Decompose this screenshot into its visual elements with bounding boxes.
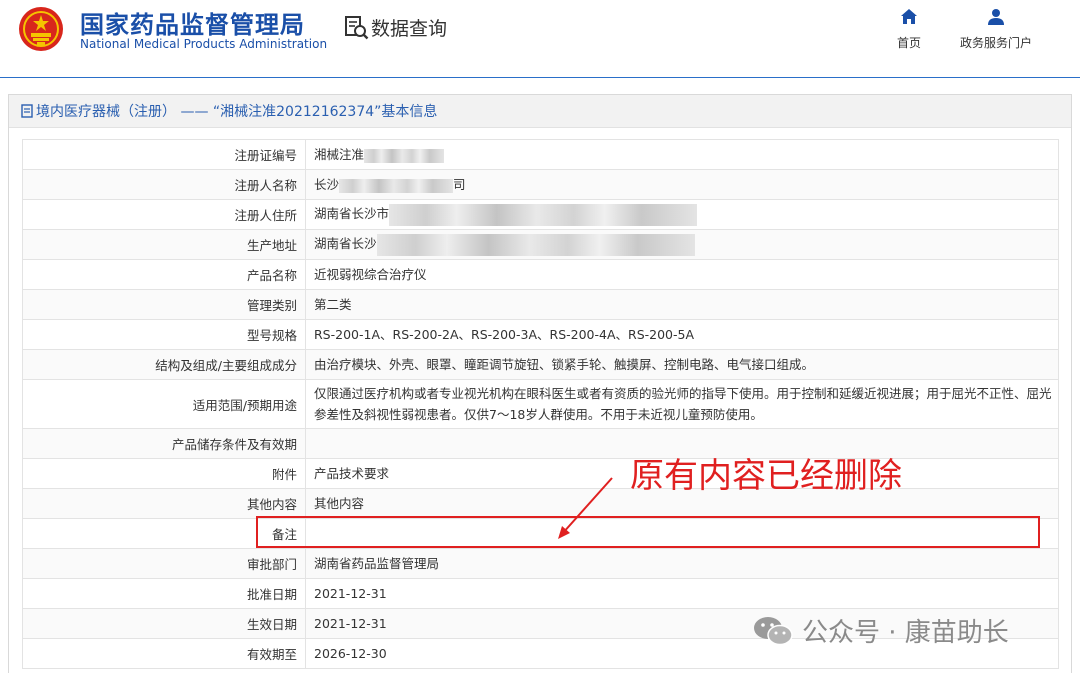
home-icon — [901, 9, 917, 24]
basic-info-table: 注册证编号 湘械注准 注册人名称 长沙 司 注册人住所 湖南省长沙市 生产地址 湖… — [22, 139, 1059, 669]
field-label: 其他内容 — [22, 488, 306, 519]
registration-number-value: 湘械注准 — [314, 147, 365, 162]
field-value: 湖南省长沙 — [305, 229, 1059, 260]
field-label: 附件 — [22, 458, 306, 489]
product-name-value: 近视弱视综合治疗仪 — [305, 259, 1059, 290]
redacted-blur — [364, 148, 445, 163]
site-title-cn: 国家药品监督管理局 — [80, 11, 305, 39]
model-spec-value: RS-200-1A、RS-200-2A、RS-200-3A、RS-200-4A、… — [305, 319, 1059, 350]
field-label: 有效期至 — [22, 638, 306, 669]
nav-home-label: 首页 — [897, 36, 922, 50]
table-row: 管理类别 第二类 — [22, 289, 1059, 320]
table-row: 产品储存条件及有效期 — [22, 428, 1059, 459]
table-row: 适用范围/预期用途 仅限通过医疗机构或者专业视光机构在眼科医生或者有资质的验光师… — [22, 379, 1059, 429]
table-row: 批准日期 2021-12-31 — [22, 578, 1059, 609]
table-row: 注册人名称 长沙 司 — [22, 169, 1059, 200]
table-row: 结构及组成/主要组成成分 由治疗模块、外壳、眼罩、瞳距调节旋钮、锁紧手轮、触摸屏… — [22, 349, 1059, 380]
document-search-icon — [345, 16, 369, 40]
panel-header: 境内医疗器械（注册） —— “湘械注准20212162374”基本信息 — [9, 95, 1071, 128]
field-value: 长沙 司 — [305, 169, 1059, 200]
user-icon — [988, 9, 1004, 25]
table-row: 审批部门 湖南省药品监督管理局 — [22, 548, 1059, 579]
structure-composition-value: 由治疗模块、外壳、眼罩、瞳距调节旋钮、锁紧手轮、触摸屏、控制电路、电气接口组成。 — [305, 349, 1059, 380]
nav-service-portal-label: 政务服务门户 — [960, 36, 1033, 50]
field-value: 湖南省长沙市 — [305, 199, 1059, 230]
annotation-arrow-icon — [558, 477, 613, 539]
detail-panel: 境内医疗器械（注册） —— “湘械注准20212162374”基本信息 注册证编… — [8, 94, 1072, 673]
deleted-content-annotation: 原有内容已经删除 — [630, 456, 902, 496]
field-label: 注册人住所 — [22, 199, 306, 230]
watermark: 公众号 · 康苗助长 — [752, 612, 1009, 649]
field-label: 型号规格 — [22, 319, 306, 350]
nav-home[interactable]: 首页 — [897, 8, 921, 51]
table-row: 产品名称 近视弱视综合治疗仪 — [22, 259, 1059, 290]
panel-title: 境内医疗器械（注册） —— “湘械注准20212162374”基本信息 — [36, 104, 438, 120]
watermark-text: 公众号 · 康苗助长 — [802, 618, 1009, 648]
field-label: 审批部门 — [22, 548, 306, 579]
table-row: 注册证编号 湘械注准 — [22, 139, 1059, 170]
nav-service-portal[interactable]: 政务服务门户 — [960, 8, 1032, 51]
wechat-icon — [754, 616, 793, 645]
table-row: 其他内容 其他内容 — [22, 488, 1059, 519]
table-row: 生产地址 湖南省长沙 — [22, 229, 1059, 260]
remarks-highlight-box — [256, 516, 1040, 548]
registrant-name-value: 长沙 — [314, 177, 340, 192]
redacted-blur — [376, 233, 695, 256]
data-query-label: 数据查询 — [371, 17, 448, 40]
redacted-blur — [339, 178, 454, 193]
field-label: 产品储存条件及有效期 — [22, 428, 306, 459]
table-row: 注册人住所 湖南省长沙市 — [22, 199, 1059, 230]
approval-department-value: 湖南省药品监督管理局 — [305, 548, 1059, 579]
intended-use-value: 仅限通过医疗机构或者专业视光机构在眼科医生或者有资质的验光师的指导下使用。用于控… — [305, 379, 1059, 429]
field-label: 注册证编号 — [22, 139, 306, 170]
data-query-link[interactable]: 数据查询 — [343, 13, 447, 41]
field-label: 结构及组成/主要组成成分 — [22, 349, 306, 380]
field-label: 批准日期 — [22, 578, 306, 609]
table-row: 型号规格 RS-200-1A、RS-200-2A、RS-200-3A、RS-20… — [22, 319, 1059, 350]
site-header: 国家药品监督管理局 National Medical Products Admi… — [0, 0, 1080, 78]
approval-date-value: 2021-12-31 — [305, 578, 1059, 609]
national-emblem-icon — [19, 7, 63, 51]
field-label: 生产地址 — [22, 229, 306, 260]
field-label: 适用范围/预期用途 — [22, 379, 306, 429]
table-row: 附件 产品技术要求 — [22, 458, 1059, 489]
registrant-address-value: 湖南省长沙市 — [314, 206, 390, 222]
registrant-name-suffix: 司 — [453, 177, 466, 192]
redacted-blur — [389, 203, 698, 226]
field-label: 注册人名称 — [22, 169, 306, 200]
field-value: 湘械注准 — [305, 139, 1059, 170]
site-title-en: National Medical Products Administration — [80, 37, 328, 51]
field-label: 产品名称 — [22, 259, 306, 290]
document-icon — [21, 104, 33, 118]
field-label: 管理类别 — [22, 289, 306, 320]
production-address-value: 湖南省长沙 — [314, 236, 377, 252]
field-label: 生效日期 — [22, 608, 306, 639]
management-category-value: 第二类 — [305, 289, 1059, 320]
